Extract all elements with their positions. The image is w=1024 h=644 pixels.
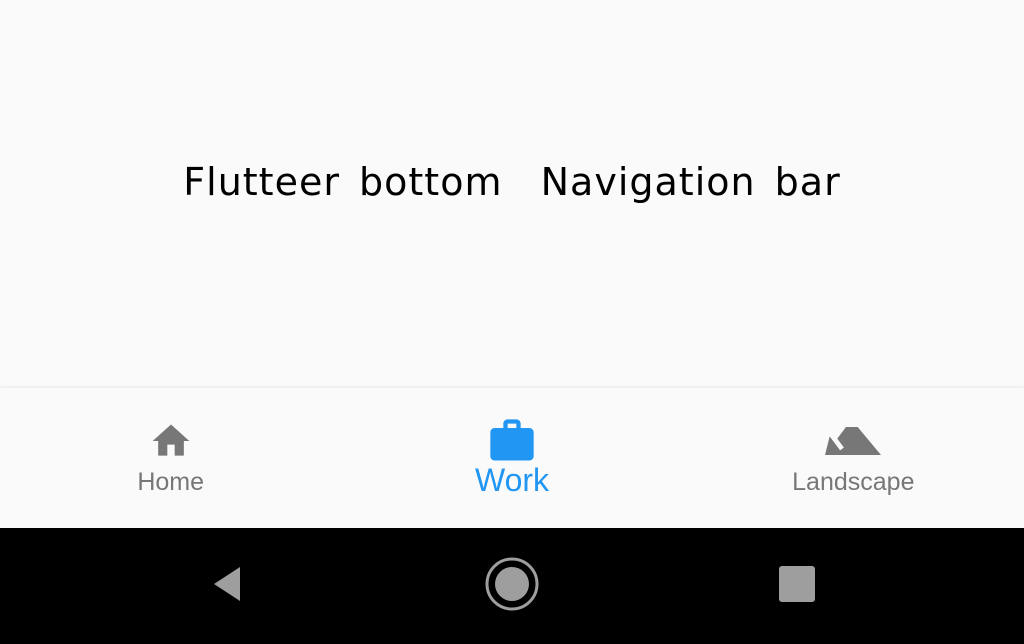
- briefcase-icon: [484, 416, 540, 466]
- bottom-navigation-bar: Home Work Landscape: [0, 388, 1024, 528]
- app-screen: Flutteer bottom Navigation bar Home Work: [0, 0, 1024, 644]
- back-triangle-icon: [206, 564, 246, 608]
- nav-label-work: Work: [474, 462, 550, 498]
- android-system-nav-bar: [0, 528, 1024, 644]
- landscape-icon: [825, 416, 882, 466]
- recents-square-icon: [778, 565, 816, 607]
- nav-label-landscape: Landscape: [792, 468, 915, 496]
- page-title: Flutteer bottom Navigation bar: [183, 160, 841, 204]
- nav-item-work[interactable]: Work: [341, 388, 682, 528]
- recents-button[interactable]: [769, 558, 825, 614]
- home-icon: [143, 416, 199, 466]
- nav-label-home: Home: [137, 468, 204, 496]
- nav-item-landscape[interactable]: Landscape: [683, 388, 1024, 528]
- back-button[interactable]: [198, 558, 254, 614]
- home-circle-icon: [484, 556, 540, 616]
- system-home-button[interactable]: [484, 556, 540, 616]
- nav-item-home[interactable]: Home: [0, 388, 341, 528]
- main-content: Flutteer bottom Navigation bar: [0, 0, 1024, 388]
